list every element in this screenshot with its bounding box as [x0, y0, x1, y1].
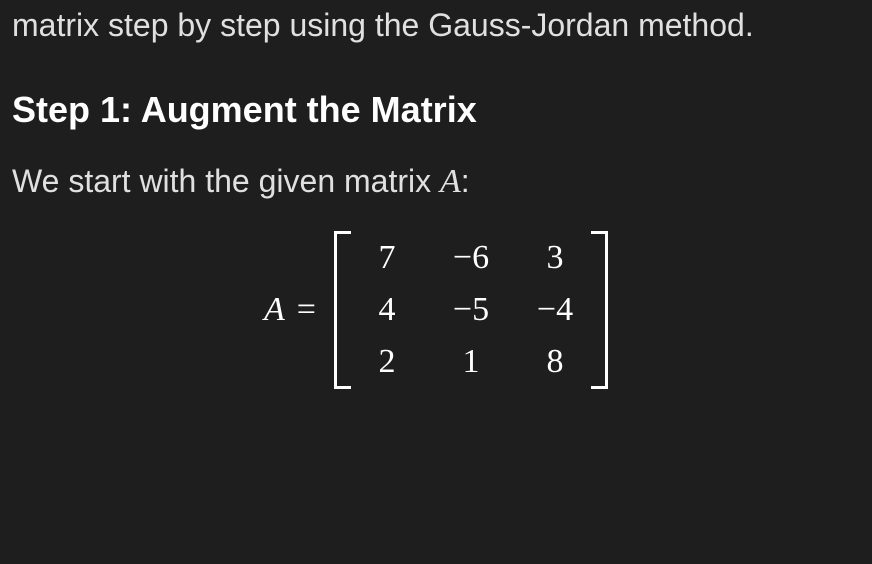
matrix-equation: A = 7 −6 3 4 −5 −4 2 1 8: [12, 231, 860, 389]
matrix-cell: 2: [366, 343, 408, 381]
matrix-cell: 3: [534, 239, 576, 277]
matrix-cell: 4: [366, 291, 408, 329]
equation-lhs: A: [264, 291, 285, 329]
matrix-cell: 8: [534, 343, 576, 381]
matrix-cell: −5: [450, 291, 492, 329]
right-bracket-icon: [594, 231, 608, 389]
equals-sign: =: [297, 291, 316, 329]
body-paragraph: We start with the given matrix A:: [12, 163, 860, 201]
matrix-brackets: 7 −6 3 4 −5 −4 2 1 8: [334, 231, 608, 389]
body-prefix: We start with the given matrix: [12, 163, 440, 199]
matrix-variable-inline: A: [440, 163, 461, 200]
left-bracket-icon: [334, 231, 348, 389]
matrix-grid: 7 −6 3 4 −5 −4 2 1 8: [348, 231, 594, 389]
matrix-cell: 7: [366, 239, 408, 277]
matrix-cell: −4: [534, 291, 576, 329]
step-heading: Step 1: Augment the Matrix: [12, 89, 860, 131]
intro-paragraph: matrix step by step using the Gauss-Jord…: [12, 0, 860, 51]
matrix-cell: 1: [450, 343, 492, 381]
matrix-cell: −6: [450, 239, 492, 277]
body-suffix: :: [461, 163, 470, 199]
